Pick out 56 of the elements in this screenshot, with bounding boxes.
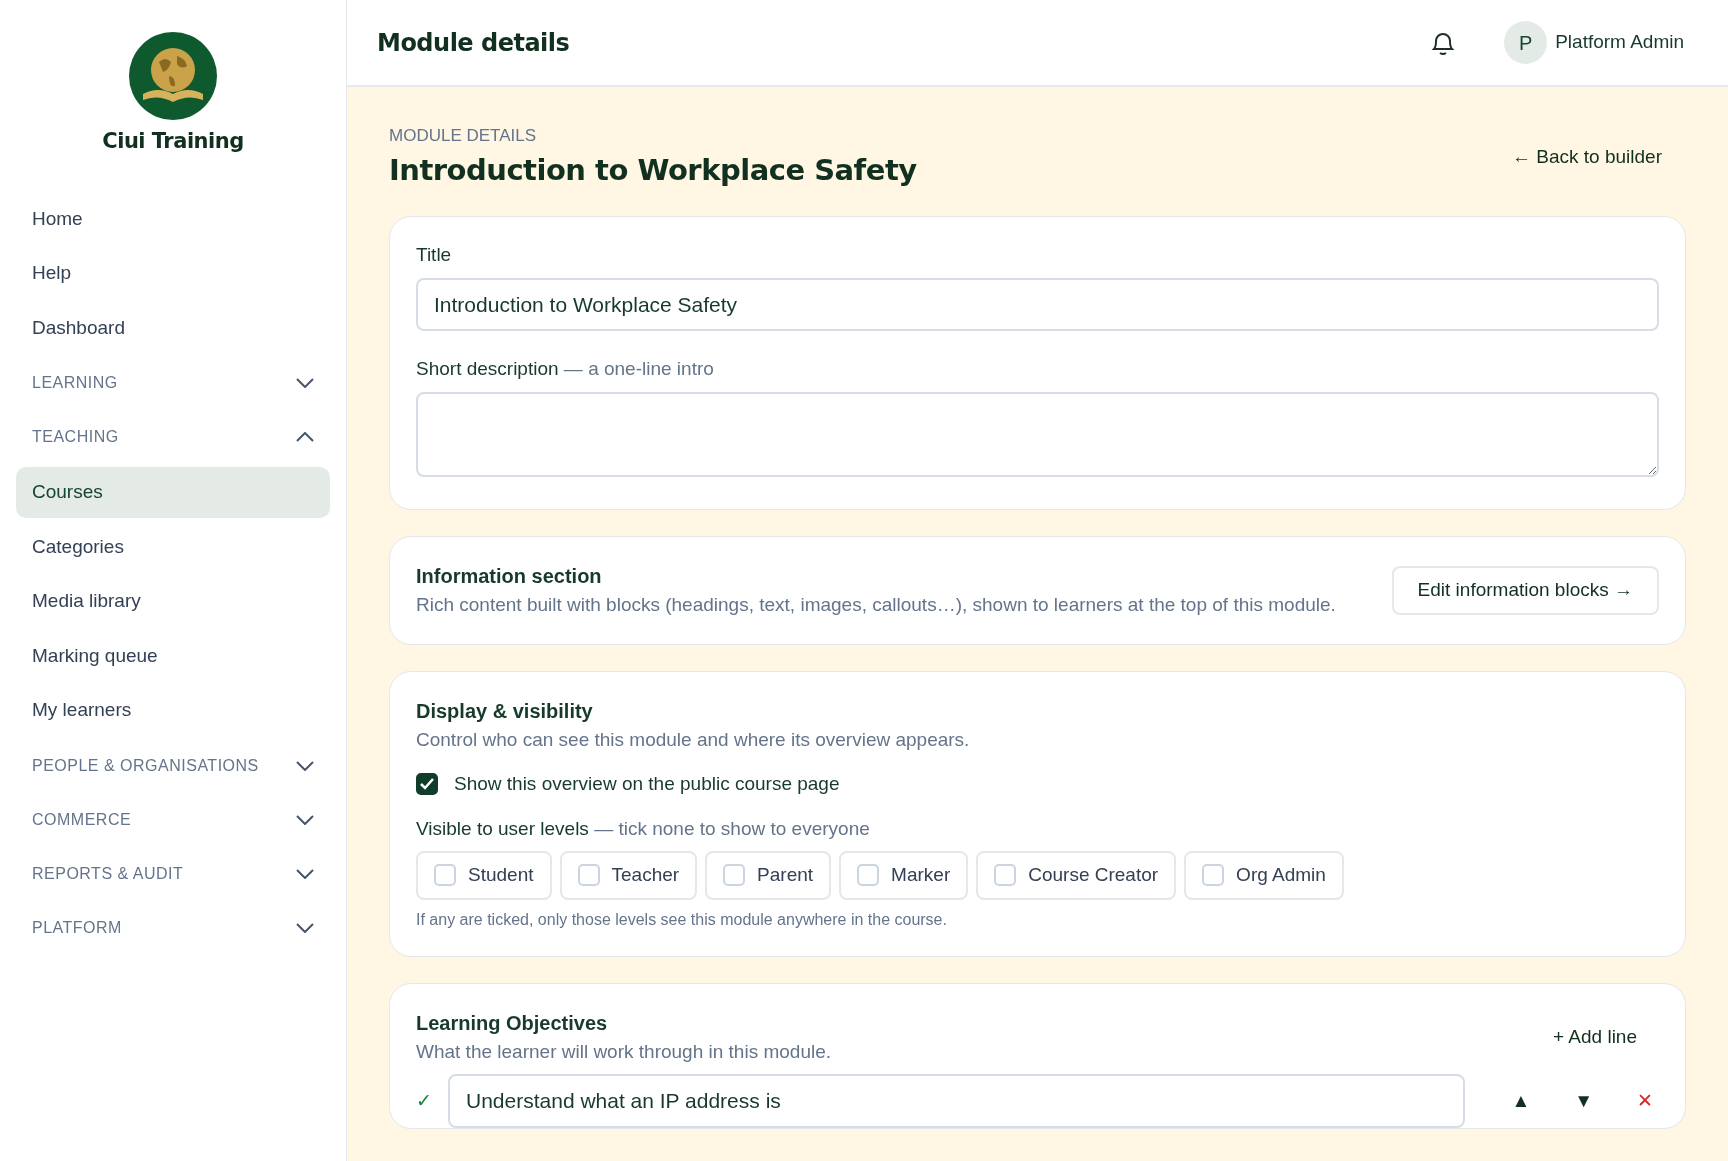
page-header-title: Module details bbox=[377, 27, 570, 59]
section-description: What the learner will work through in this module. bbox=[416, 1039, 832, 1064]
section-description: Control who can see this module and where its overview appears. bbox=[416, 727, 971, 752]
chevron-icon bbox=[296, 814, 314, 825]
checkbox[interactable] bbox=[416, 773, 438, 796]
checkbox-label: Show this overview on the public course page bbox=[454, 772, 840, 796]
title-input[interactable]: Introduction to Workplace Safety bbox=[416, 277, 1659, 331]
field-label: Short description — a one-line intro bbox=[416, 357, 715, 381]
field-label: Visible to user levels — tick none to show to everyone bbox=[416, 816, 871, 841]
level-option[interactable]: Marker bbox=[839, 851, 969, 900]
chevron-icon bbox=[296, 868, 314, 879]
level-option[interactable]: Course Creator bbox=[976, 851, 1177, 900]
objective-input[interactable]: Understand what an IP address is bbox=[448, 1074, 1466, 1128]
nav-link[interactable]: My learners bbox=[16, 685, 330, 736]
move-down-button[interactable]: ▼ bbox=[1568, 1085, 1599, 1116]
user-name[interactable]: Platform Admin bbox=[1555, 28, 1684, 57]
level-option[interactable]: Parent bbox=[705, 851, 832, 900]
check-mark: ✓ bbox=[416, 1088, 432, 1113]
nav-section[interactable]: LEARNING bbox=[16, 359, 330, 407]
chevron-icon bbox=[296, 922, 314, 933]
nav-section[interactable]: COMMERCE bbox=[16, 795, 330, 844]
help-text: If any are ticked, only those levels see this module anywhere in the course. bbox=[416, 909, 948, 930]
nav-section[interactable]: REPORTS & AUDIT bbox=[16, 849, 330, 898]
page-title: Introduction to Workplace Safety bbox=[389, 151, 917, 189]
section-heading: Learning Objectives bbox=[416, 1010, 609, 1036]
level-option[interactable]: Student bbox=[416, 851, 552, 900]
chevron-icon bbox=[296, 378, 314, 388]
chevron-icon bbox=[296, 760, 314, 771]
section-heading: Display & visibility bbox=[416, 698, 594, 724]
add-line-button[interactable]: + Add line bbox=[1547, 1021, 1643, 1052]
nav-link[interactable]: Home bbox=[16, 193, 330, 244]
brand-name: Ciui Training bbox=[102, 128, 244, 155]
checkmark-icon bbox=[420, 778, 434, 791]
section-description: Rich content built with blocks (headings, text, images, callouts…), shown to learners at the top of this module. bbox=[416, 593, 1336, 617]
level-option[interactable]: Org Admin bbox=[1184, 851, 1344, 900]
nav-section[interactable]: PLATFORM bbox=[16, 903, 330, 952]
remove-button[interactable]: ✕ bbox=[1631, 1085, 1659, 1116]
nav-link[interactable]: Courses bbox=[16, 467, 330, 518]
nav-link[interactable]: Dashboard bbox=[16, 302, 330, 353]
nav-section[interactable]: PEOPLE & ORGANISATIONS bbox=[16, 741, 330, 790]
nav-link[interactable]: Marking queue bbox=[16, 630, 330, 681]
nav-link[interactable]: Help bbox=[16, 248, 330, 299]
back-link[interactable]: ← Back to builder bbox=[1512, 143, 1662, 172]
chevron-icon bbox=[296, 432, 314, 442]
eyebrow-label: MODULE DETAILS bbox=[389, 125, 538, 147]
description-input[interactable] bbox=[416, 391, 1659, 477]
nav-link[interactable]: Categories bbox=[16, 521, 330, 572]
move-up-button[interactable]: ▲ bbox=[1505, 1085, 1537, 1116]
section-heading: Information section bbox=[416, 564, 603, 589]
edit-blocks-button[interactable]: Edit information blocks → bbox=[1391, 566, 1659, 615]
field-label: Title bbox=[416, 243, 453, 267]
nav-section[interactable]: TEACHING bbox=[16, 413, 330, 461]
level-option[interactable]: Teacher bbox=[559, 851, 698, 900]
logo-icon bbox=[129, 32, 217, 120]
nav-link[interactable]: Media library bbox=[16, 576, 330, 627]
avatar[interactable]: P bbox=[1504, 21, 1548, 64]
